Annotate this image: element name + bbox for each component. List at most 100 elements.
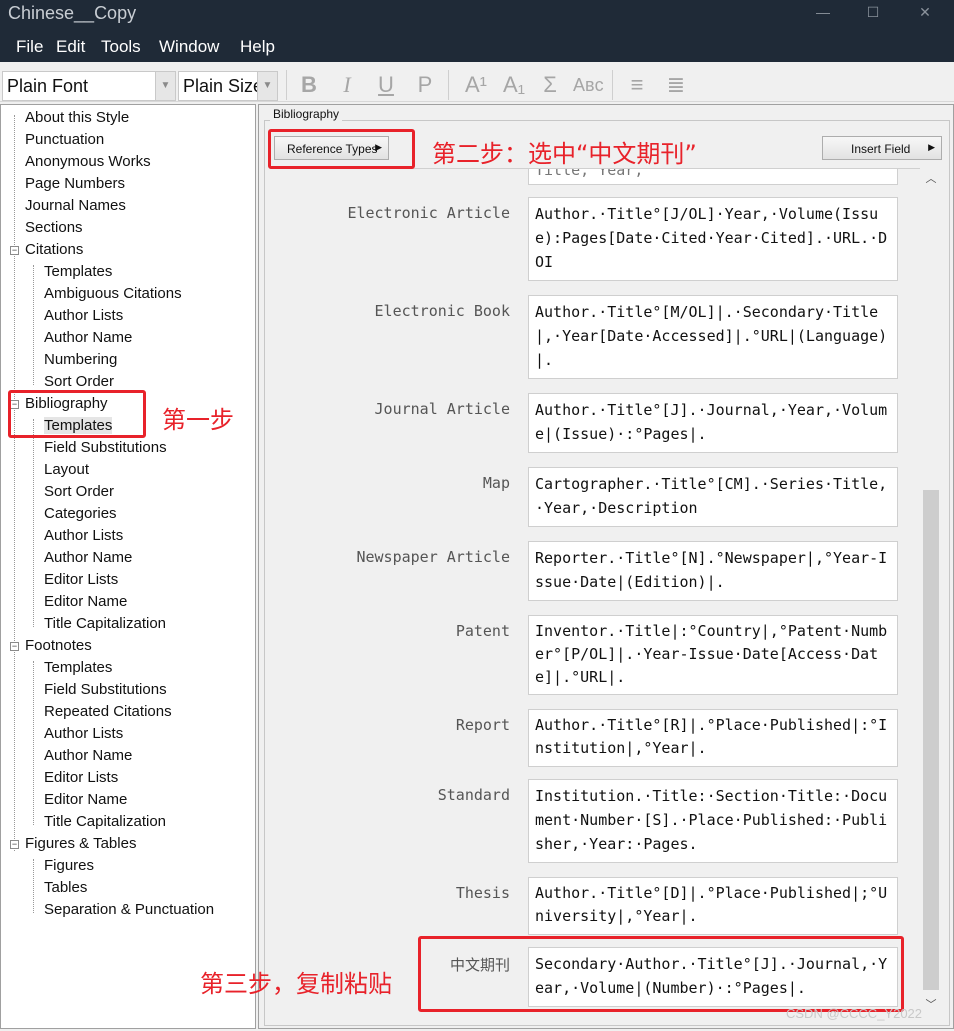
reference-type-label: Electronic Book bbox=[374, 302, 510, 320]
template-editor[interactable]: Reporter.·Title°[N].°Newspaper|,°Year-Is… bbox=[528, 541, 898, 601]
font-select-value: Plain Font bbox=[7, 76, 89, 96]
maximize-icon[interactable]: ☐ bbox=[850, 0, 896, 30]
tree-connector bbox=[33, 419, 34, 627]
template-editor[interactable]: Institution.·Title:·Section·Title:·Docum… bbox=[528, 779, 898, 863]
symbol-button[interactable]: Σ bbox=[535, 70, 565, 100]
superscript-button[interactable]: A¹ bbox=[461, 70, 491, 100]
tree-item-bibliography-field-substitutions[interactable]: Field Substitutions bbox=[44, 439, 167, 456]
tree-item-journal-names[interactable]: Journal Names bbox=[25, 197, 126, 214]
tree-item-sections[interactable]: Sections bbox=[25, 219, 83, 236]
reference-type-label: Electronic Article bbox=[347, 204, 510, 222]
tree-item-tables[interactable]: Tables bbox=[44, 879, 87, 896]
chevron-down-icon[interactable]: ▼ bbox=[257, 72, 277, 100]
font-select[interactable]: Plain Font ▼ bbox=[2, 71, 176, 101]
tree-item-footnotes-field-substitutions[interactable]: Field Substitutions bbox=[44, 681, 167, 698]
size-select[interactable]: Plain Size ▼ bbox=[178, 71, 278, 101]
tree-item-numbering[interactable]: Numbering bbox=[44, 351, 117, 368]
tree-item-anonymous-works[interactable]: Anonymous Works bbox=[25, 153, 151, 170]
align-center-button[interactable]: ≣ bbox=[661, 70, 691, 100]
tree-item-citations-author-lists[interactable]: Author Lists bbox=[44, 307, 123, 324]
template-editor[interactable]: Author.·Title°[M/OL]|.·Secondary·Title|,… bbox=[528, 295, 898, 379]
reference-type-label: Journal Article bbox=[374, 400, 510, 418]
bibliography-group-label: Bibliography bbox=[270, 107, 343, 121]
template-editor[interactable]: Author.·Title°[D]|.°Place·Published|;°Un… bbox=[528, 877, 898, 935]
menu-file[interactable]: File bbox=[16, 37, 43, 57]
collapse-icon[interactable]: − bbox=[10, 642, 19, 651]
step2-annotation: 第二步：选中“中文期刊” bbox=[432, 140, 697, 168]
tree-item-page-numbers[interactable]: Page Numbers bbox=[25, 175, 125, 192]
tree-item-footnotes-author-lists[interactable]: Author Lists bbox=[44, 725, 123, 742]
tree-item-citations[interactable]: Citations bbox=[25, 241, 83, 258]
reference-type-label: Map bbox=[482, 474, 510, 492]
menu-help[interactable]: Help bbox=[240, 37, 275, 57]
scroll-up-icon[interactable]: ︿ bbox=[920, 170, 942, 188]
tree-item-bibliography-editor-name[interactable]: Editor Name bbox=[44, 593, 127, 610]
toolbar-divider bbox=[448, 70, 449, 100]
tree-item-bibliography-title-capitalization[interactable]: Title Capitalization bbox=[44, 615, 166, 632]
menu-window[interactable]: Window bbox=[159, 37, 219, 57]
tree-item-separation-punctuation[interactable]: Separation & Punctuation bbox=[44, 901, 214, 918]
scrollbar-thumb[interactable] bbox=[923, 490, 939, 990]
step1-annotation: 第一步 bbox=[162, 406, 234, 434]
toolbar-divider bbox=[286, 70, 287, 100]
reference-type-label: Thesis bbox=[455, 884, 510, 902]
template-editor[interactable]: Author.·Title°[J].·Journal,·Year,·Volume… bbox=[528, 393, 898, 453]
template-editor[interactable]: Author.·Title°[R]|.°Place·Published|:°In… bbox=[528, 709, 898, 767]
reference-type-label: Patent bbox=[455, 622, 510, 640]
step2-highlight bbox=[268, 129, 415, 169]
title-bar: Chinese__Copy — ☐ ✕ bbox=[0, 0, 954, 30]
vertical-scrollbar[interactable]: ︿ ﹀ bbox=[920, 168, 942, 1016]
tree-item-categories[interactable]: Categories bbox=[44, 505, 117, 522]
tree-item-citations-author-name[interactable]: Author Name bbox=[44, 329, 132, 346]
tree-connector bbox=[14, 115, 15, 851]
italic-button[interactable]: I bbox=[332, 70, 362, 100]
tree-item-footnotes-title-capitalization[interactable]: Title Capitalization bbox=[44, 813, 166, 830]
format-toolbar: Plain Font ▼ Plain Size ▼ B I U P A¹ A₁ … bbox=[0, 62, 954, 102]
template-editor[interactable]: Cartographer.·Title°[CM].·Series·Title,·… bbox=[528, 467, 898, 527]
tree-item-repeated-citations[interactable]: Repeated Citations bbox=[44, 703, 172, 720]
tree-item-footnotes-editor-lists[interactable]: Editor Lists bbox=[44, 769, 118, 786]
window-title: Chinese__Copy bbox=[8, 3, 137, 23]
step1-highlight bbox=[8, 390, 146, 438]
template-editor-partial[interactable]: Title, Year, bbox=[528, 169, 898, 185]
reference-type-label: Newspaper Article bbox=[356, 548, 510, 566]
tree-connector bbox=[33, 859, 34, 913]
tree-item-about[interactable]: About this Style bbox=[25, 109, 129, 126]
tree-item-footnotes-editor-name[interactable]: Editor Name bbox=[44, 791, 127, 808]
tree-item-punctuation[interactable]: Punctuation bbox=[25, 131, 104, 148]
small-caps-button[interactable]: Aʙc bbox=[573, 70, 604, 100]
insert-field-button[interactable]: Insert Field ▶ bbox=[822, 136, 942, 160]
underline-button[interactable]: U bbox=[371, 70, 401, 100]
tree-item-layout[interactable]: Layout bbox=[44, 461, 89, 478]
template-editor[interactable]: Author.·Title°[J/OL]·Year,·Volume(Issue)… bbox=[528, 197, 898, 281]
template-editor[interactable]: Inventor.·Title|:°Country|,°Patent·Numbe… bbox=[528, 615, 898, 695]
collapse-icon[interactable]: − bbox=[10, 246, 19, 255]
tree-item-citations-templates[interactable]: Templates bbox=[44, 263, 112, 280]
menu-edit[interactable]: Edit bbox=[56, 37, 85, 57]
subscript-button[interactable]: A₁ bbox=[499, 70, 529, 100]
tree-item-footnotes-templates[interactable]: Templates bbox=[44, 659, 112, 676]
collapse-icon[interactable]: − bbox=[10, 840, 19, 849]
scroll-down-icon[interactable]: ﹀ bbox=[920, 996, 942, 1014]
tree-item-figures-tables[interactable]: Figures & Tables bbox=[25, 835, 136, 852]
align-left-button[interactable]: ≡ bbox=[622, 70, 652, 100]
tree-item-footnotes-author-name[interactable]: Author Name bbox=[44, 747, 132, 764]
tree-item-figures[interactable]: Figures bbox=[44, 857, 94, 874]
menu-tools[interactable]: Tools bbox=[101, 37, 141, 57]
reference-type-label: Standard bbox=[437, 786, 510, 804]
tree-item-bibliography-editor-lists[interactable]: Editor Lists bbox=[44, 571, 118, 588]
plain-button[interactable]: P bbox=[410, 70, 440, 100]
tree-item-ambiguous-citations[interactable]: Ambiguous Citations bbox=[44, 285, 182, 302]
insert-field-label: Insert Field bbox=[851, 142, 911, 156]
minimize-icon[interactable]: — bbox=[800, 0, 846, 30]
style-tree: About this Style Punctuation Anonymous W… bbox=[0, 104, 256, 1029]
tree-item-bibliography-author-name[interactable]: Author Name bbox=[44, 549, 132, 566]
tree-item-citations-sort-order[interactable]: Sort Order bbox=[44, 373, 114, 390]
tree-item-bibliography-author-lists[interactable]: Author Lists bbox=[44, 527, 123, 544]
reference-type-label: Report bbox=[455, 716, 510, 734]
close-icon[interactable]: ✕ bbox=[902, 0, 948, 30]
tree-item-bibliography-sort-order[interactable]: Sort Order bbox=[44, 483, 114, 500]
chevron-down-icon[interactable]: ▼ bbox=[155, 72, 175, 100]
bold-button[interactable]: B bbox=[294, 70, 324, 100]
tree-item-footnotes[interactable]: Footnotes bbox=[25, 637, 92, 654]
